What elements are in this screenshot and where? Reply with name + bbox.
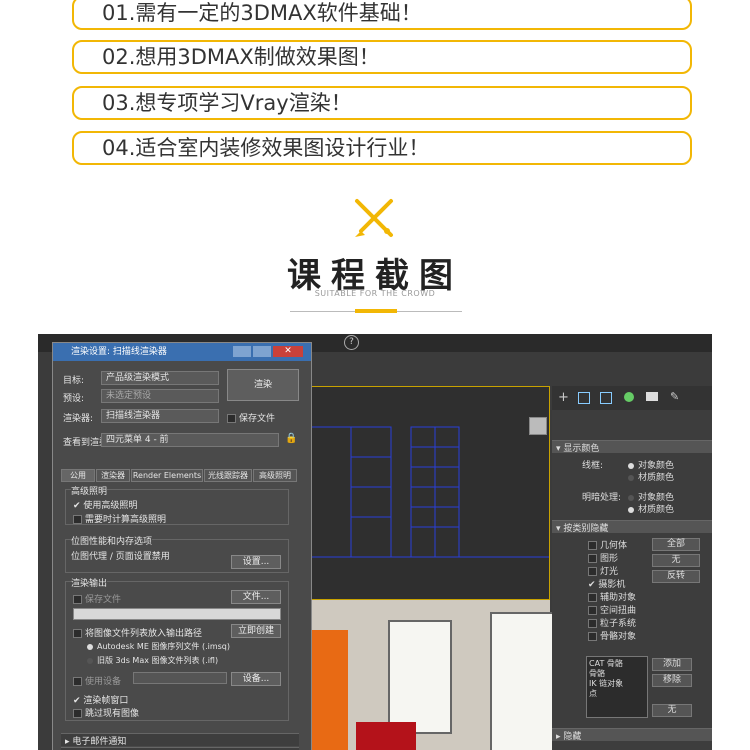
file-button[interactable]: 文件...: [231, 590, 281, 604]
lock-icon[interactable]: 🔒: [285, 433, 297, 444]
display-color-label: ▾ 显示颜色: [556, 444, 600, 454]
bitmap-performance-label: 位图性能和内存选项: [71, 534, 153, 547]
modify-tab-icon[interactable]: [578, 392, 590, 404]
category-helpers[interactable]: 辅助对象: [588, 590, 636, 603]
remove-button[interactable]: 移除: [652, 674, 692, 687]
category-geometry[interactable]: 几何体: [588, 538, 627, 551]
divider-accent: [355, 309, 397, 313]
hide-label: ▸ 隐藏: [556, 732, 582, 742]
requirement-item-1: 01.需有一定的3DMAX软件基础！: [72, 0, 692, 30]
requirement-item-4: 04.适合室内装修效果图设计行业！: [72, 131, 692, 165]
device-field[interactable]: [133, 672, 227, 684]
tab-render-elements[interactable]: Render Elements: [131, 469, 203, 482]
minimize-button[interactable]: [233, 346, 251, 357]
create-tab-icon[interactable]: +: [558, 390, 569, 405]
category-lights[interactable]: 灯光: [588, 564, 618, 577]
help-icon[interactable]: ?: [344, 335, 359, 350]
category-shapes[interactable]: 图形: [588, 551, 618, 564]
none-button[interactable]: 无: [652, 554, 700, 567]
wireframe-label: 线框:: [582, 461, 604, 471]
wireframe-shelves: [311, 426, 549, 558]
category-bone-objects[interactable]: 骨骼对象: [588, 629, 636, 642]
device-button[interactable]: 设备...: [231, 672, 281, 686]
bitmap-proxy-text: 位图代理 / 页面设置禁用: [71, 552, 170, 562]
tab-raytracer[interactable]: 光线跟踪器: [204, 469, 252, 482]
close-button[interactable]: ✕: [273, 346, 303, 357]
use-advanced-lighting-checkbox[interactable]: ✔ 使用高级照明: [73, 498, 137, 511]
requirement-item-2: 02.想用3DMAX制做效果图！: [72, 40, 692, 74]
dialog-title-bar: 渲染设置: 扫描线渲染器 ✕: [53, 343, 311, 361]
hidden-types-list[interactable]: CAT 骨骼 骨骼 IK 链对象 点: [586, 656, 648, 718]
category-cameras[interactable]: ✔ 摄影机: [588, 577, 625, 590]
renderer-dropdown[interactable]: 扫描线渲染器: [101, 409, 219, 423]
advanced-lighting-label: 高级照明: [71, 484, 108, 497]
none2-button[interactable]: 无: [652, 704, 692, 717]
save-file-checkbox[interactable]: 保存文件: [227, 411, 275, 424]
output-path-field[interactable]: [73, 608, 281, 620]
tab-common[interactable]: 公用: [61, 469, 95, 482]
hide-by-category-rollout[interactable]: ▾ 按类别隐藏: [552, 520, 712, 534]
add-button[interactable]: 添加: [652, 658, 692, 671]
command-panel: + ✎ ▾ 显示颜色 线框: 对象颜色 材质颜色 明暗处理: 对象颜色 材质颜色…: [552, 386, 712, 750]
utilities-tab-icon[interactable]: ✎: [670, 390, 679, 403]
autodesk-sequence-radio[interactable]: Autodesk ME 图像序列文件 (.imsq): [87, 641, 230, 652]
preset-label: 预设:: [63, 394, 85, 404]
list-item[interactable]: IK 链对象: [589, 679, 645, 689]
put-image-list-checkbox[interactable]: 将图像文件列表放入输出路径: [73, 626, 202, 639]
section-subtitle: SUITABLE FOR THE CROWD: [314, 289, 436, 298]
render-frame-window-checkbox[interactable]: ✔ 渲染帧窗口: [73, 693, 128, 706]
skip-existing-images-checkbox[interactable]: 跳过现有图像: [73, 706, 139, 719]
use-device-checkbox[interactable]: 使用设备: [73, 674, 121, 687]
requirement-item-3: 03.想专项学习Vray渲染！: [72, 86, 692, 120]
motion-tab-icon[interactable]: [624, 392, 634, 402]
tab-renderer[interactable]: 渲染器: [96, 469, 130, 482]
target-dropdown[interactable]: 产品级渲染模式: [101, 371, 219, 385]
app-screenshot: ? + ✎ ▾ 显示颜色 线框: 对象颜色 材质颜色 明暗处理: 对象颜色 材质…: [38, 334, 712, 750]
front-viewport[interactable]: [310, 386, 550, 600]
category-particle-systems[interactable]: 粒子系统: [588, 616, 636, 629]
email-notification-rollout[interactable]: ▸ 电子邮件通知: [61, 733, 299, 747]
render-output-label: 渲染输出: [71, 576, 108, 589]
target-label: 目标:: [63, 376, 85, 386]
all-button[interactable]: 全部: [652, 538, 700, 551]
dialog-title: 渲染设置: 扫描线渲染器: [71, 347, 167, 357]
legacy-sequence-radio[interactable]: 旧版 3ds Max 图像文件列表 (.ifl): [87, 655, 218, 666]
list-item[interactable]: CAT 骨骼: [589, 659, 645, 669]
category-space-warps[interactable]: 空间扭曲: [588, 603, 636, 616]
invert-button[interactable]: 反转: [652, 570, 700, 583]
compute-advanced-lighting-checkbox[interactable]: 需要时计算高级照明: [73, 512, 166, 525]
viewcube-icon[interactable]: [529, 417, 547, 435]
display-tab-icon[interactable]: [646, 392, 658, 401]
hide-rollout[interactable]: ▸ 隐藏: [552, 728, 712, 742]
list-item[interactable]: 点: [589, 689, 645, 699]
create-now-button[interactable]: 立即创建: [231, 624, 281, 638]
display-color-rollout[interactable]: ▾ 显示颜色: [552, 440, 712, 454]
wireframe-material-color[interactable]: 材质颜色: [628, 470, 674, 483]
render-button[interactable]: 渲染: [227, 369, 299, 401]
save-file-output-checkbox[interactable]: 保存文件: [73, 592, 121, 605]
view-dropdown[interactable]: 四元菜单 4 - 前: [101, 433, 279, 447]
hide-by-category-label: ▾ 按类别隐藏: [556, 524, 609, 534]
list-item[interactable]: 骨骼: [589, 669, 645, 679]
shaded-label: 明暗处理:: [582, 493, 622, 503]
maximize-button[interactable]: [253, 346, 271, 357]
email-notification-label: ▸ 电子邮件通知: [65, 737, 127, 747]
setup-button[interactable]: 设置...: [231, 555, 281, 569]
tab-advanced-lighting[interactable]: 高级照明: [253, 469, 297, 482]
pencil-ruler-icon: [355, 199, 393, 237]
rendered-scene: [308, 600, 554, 750]
preset-dropdown[interactable]: 未选定预设: [101, 389, 219, 403]
command-panel-tabs: + ✎: [552, 386, 712, 410]
render-setup-dialog: 渲染设置: 扫描线渲染器 ✕ 目标: 产品级渲染模式 预设: 未选定预设 渲染器…: [52, 342, 312, 750]
renderer-label: 渲染器:: [63, 414, 94, 424]
shaded-material-color[interactable]: 材质颜色: [628, 502, 674, 515]
hierarchy-tab-icon[interactable]: [600, 392, 612, 404]
